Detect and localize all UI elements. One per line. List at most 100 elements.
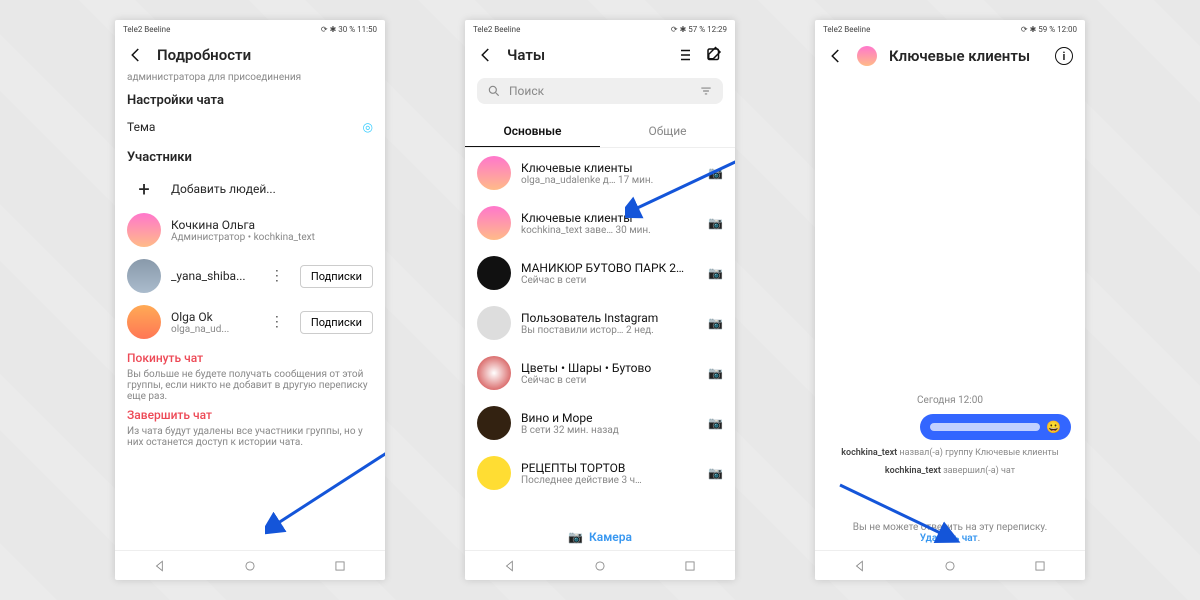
- date-stamp: Сегодня 12:00: [917, 395, 983, 406]
- info-icon[interactable]: i: [1055, 47, 1073, 65]
- chat-row[interactable]: Вино и МореВ сети 32 мин. назад📷: [465, 398, 735, 448]
- status-bar: Tele2 Beeline ⟳ ✱ 30 % 11:50: [115, 20, 385, 38]
- status-right: ⟳ ✱ 30 % 11:50: [321, 25, 377, 34]
- member-name: _yana_shiba...: [171, 269, 254, 283]
- nav-recent-icon[interactable]: [683, 559, 697, 573]
- chat-row[interactable]: Ключевые клиентыkochkina_text заве… 30 м…: [465, 198, 735, 248]
- chat-name: Пользователь Instagram: [521, 311, 698, 325]
- back-icon[interactable]: [127, 46, 145, 64]
- android-nav: [815, 550, 1085, 580]
- carrier: Tele2 Beeline: [123, 25, 170, 34]
- tab-general[interactable]: Общие: [600, 116, 735, 147]
- header: Ключевые клиенты i: [815, 38, 1085, 74]
- chat-row[interactable]: Ключевые клиентыolga_na_udalenke д… 17 м…: [465, 148, 735, 198]
- camera-icon[interactable]: 📷: [708, 266, 723, 280]
- avatar: [477, 156, 511, 190]
- camera-icon[interactable]: 📷: [708, 366, 723, 380]
- screen-chats: Tele2 Beeline ⟳ ✱ 57 % 12:29 Чаты Поиск …: [465, 20, 735, 580]
- header: Чаты: [465, 38, 735, 72]
- camera-icon[interactable]: 📷: [708, 316, 723, 330]
- chat-sub: kochkina_text заве… 30 мин.: [521, 225, 698, 236]
- status-bar: Tele2 Beeline ⟳ ✱ 57 % 12:29: [465, 20, 735, 38]
- tab-primary[interactable]: Основные: [465, 116, 600, 147]
- camera-icon[interactable]: 📷: [708, 216, 723, 230]
- avatar: [127, 213, 161, 247]
- search-input[interactable]: Поиск: [477, 78, 723, 104]
- member-sub: olga_na_ud...: [171, 324, 254, 335]
- carrier: Tele2 Beeline: [473, 25, 520, 34]
- section-chat-settings: Настройки чата: [127, 93, 373, 108]
- message-text: [930, 423, 1040, 431]
- avatar: [127, 305, 161, 339]
- member-row[interactable]: _yana_shiba... ⋮ Подписки: [127, 253, 373, 299]
- chat-row[interactable]: Цветы • Шары • БутовоСейчас в сети📷: [465, 348, 735, 398]
- nav-recent-icon[interactable]: [1033, 559, 1047, 573]
- screen-chat-thread: Tele2 Beeline ⟳ ✱ 59 % 12:00 Ключевые кл…: [815, 20, 1085, 580]
- chat-avatar[interactable]: [857, 46, 877, 66]
- system-message: kochkina_text назвал(-а) группу Ключевые…: [841, 448, 1059, 458]
- leave-chat-button[interactable]: Покинуть чат: [127, 351, 373, 365]
- filter-icon[interactable]: [699, 84, 713, 98]
- add-people-row[interactable]: + Добавить людей...: [127, 171, 373, 207]
- back-icon[interactable]: [477, 46, 495, 64]
- message-bubble[interactable]: 😀: [920, 414, 1071, 440]
- member-name: Кочкина Ольга: [171, 218, 373, 232]
- end-chat-button[interactable]: Завершить чат: [127, 408, 373, 422]
- page-title: Чаты: [507, 46, 545, 64]
- avatar: [477, 256, 511, 290]
- search-placeholder: Поиск: [509, 84, 544, 98]
- chat-row[interactable]: МАНИКЮР БУТОВО ПАРК 2…Сейчас в сети 📷: [465, 248, 735, 298]
- chat-row[interactable]: РЕЦЕПТЫ ТОРТОВПоследнее действие 3 ч…📷: [465, 448, 735, 498]
- chat-sub: Сейчас в сети: [521, 275, 698, 286]
- nav-home-icon[interactable]: [243, 559, 257, 573]
- nav-back-icon[interactable]: [153, 559, 167, 573]
- theme-row[interactable]: Тема ◎: [127, 114, 373, 140]
- chat-name: МАНИКЮР БУТОВО ПАРК 2…: [521, 261, 698, 275]
- theme-label: Тема: [127, 120, 353, 134]
- more-icon[interactable]: ⋮: [264, 268, 290, 284]
- status-right: ⟳ ✱ 59 % 12:00: [1021, 25, 1077, 34]
- camera-link[interactable]: 📷 Камера: [465, 524, 735, 550]
- member-row[interactable]: Кочкина ОльгаАдминистратор • kochkina_te…: [127, 207, 373, 253]
- nav-recent-icon[interactable]: [333, 559, 347, 573]
- list-icon[interactable]: [675, 46, 693, 64]
- chat-name: Ключевые клиенты: [521, 161, 698, 175]
- chat-name: Ключевые клиенты: [521, 211, 698, 225]
- cannot-reply-note: Вы не можете ответить на эту переписку. …: [837, 522, 1064, 544]
- nav-back-icon[interactable]: [853, 559, 867, 573]
- more-icon[interactable]: ⋮: [264, 314, 290, 330]
- section-members: Участники: [127, 150, 373, 165]
- chat-row[interactable]: Пользователь InstagramВы поставили истор…: [465, 298, 735, 348]
- system-message: kochkina_text завершил(-а) чат: [885, 466, 1015, 476]
- admin-note: администратора для присоединения: [127, 72, 373, 83]
- nav-back-icon[interactable]: [503, 559, 517, 573]
- camera-icon: 📷: [568, 530, 583, 544]
- avatar: [477, 306, 511, 340]
- camera-icon[interactable]: 📷: [708, 466, 723, 480]
- avatar: [477, 206, 511, 240]
- end-chat-desc: Из чата будут удалены все участники груп…: [127, 426, 373, 448]
- camera-icon[interactable]: 📷: [708, 166, 723, 180]
- compose-icon[interactable]: [705, 46, 723, 64]
- nav-home-icon[interactable]: [593, 559, 607, 573]
- follow-button[interactable]: Подписки: [300, 265, 373, 288]
- follow-button[interactable]: Подписки: [300, 311, 373, 334]
- screen-details: Tele2 Beeline ⟳ ✱ 30 % 11:50 Подробности…: [115, 20, 385, 580]
- chat-name: Вино и Море: [521, 411, 698, 425]
- header: Подробности: [115, 38, 385, 72]
- theme-icon: ◎: [363, 120, 373, 134]
- chat-sub: Последнее действие 3 ч…: [521, 475, 698, 486]
- avatar: [477, 456, 511, 490]
- chat-name: Цветы • Шары • Бутово: [521, 361, 698, 375]
- status-right: ⟳ ✱ 57 % 12:29: [671, 25, 727, 34]
- add-people-label: Добавить людей...: [171, 182, 373, 196]
- camera-icon[interactable]: 📷: [708, 416, 723, 430]
- chat-title: Ключевые клиенты: [889, 47, 1030, 65]
- nav-home-icon[interactable]: [943, 559, 957, 573]
- back-icon[interactable]: [827, 47, 845, 65]
- member-row[interactable]: Olga Okolga_na_ud... ⋮ Подписки: [127, 299, 373, 345]
- tabs: Основные Общие: [465, 116, 735, 148]
- camera-label: Камера: [589, 530, 632, 544]
- android-nav: [115, 550, 385, 580]
- delete-chat-link[interactable]: Удалить чат: [920, 533, 978, 544]
